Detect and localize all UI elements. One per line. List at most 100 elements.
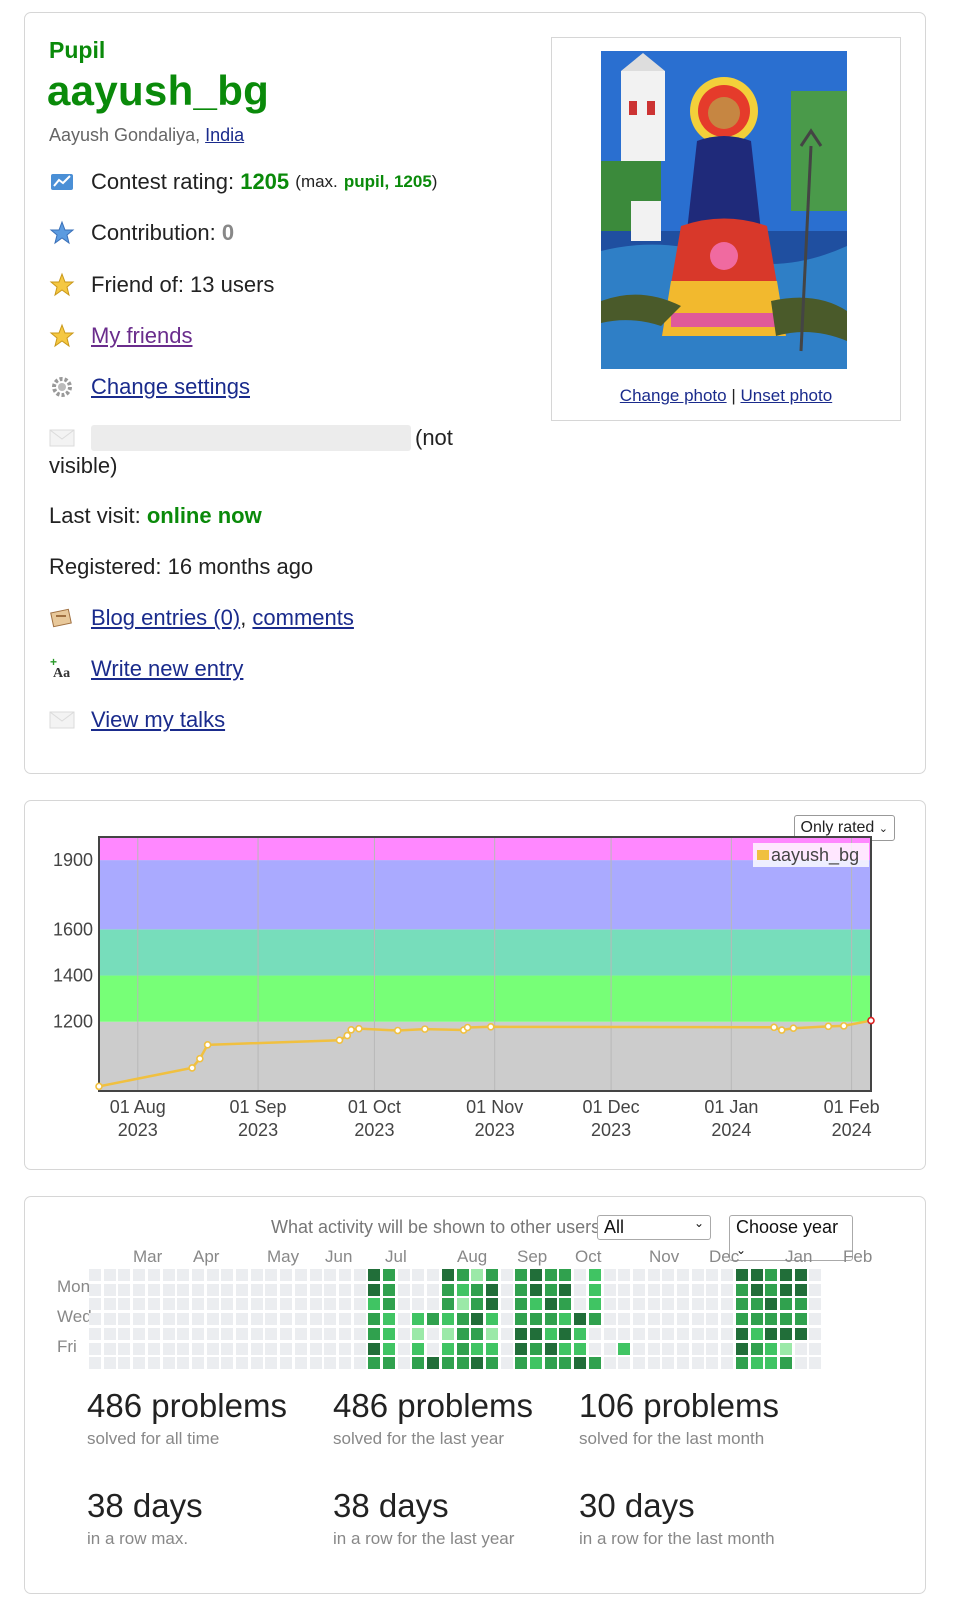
heatmap-cell[interactable] <box>544 1313 557 1326</box>
heatmap-cell[interactable] <box>779 1357 792 1370</box>
heatmap-cell[interactable] <box>191 1357 204 1370</box>
heatmap-cell[interactable] <box>441 1313 454 1326</box>
heatmap-cell[interactable] <box>574 1313 587 1326</box>
heatmap-cell[interactable] <box>603 1269 616 1281</box>
heatmap-cell[interactable] <box>735 1283 748 1296</box>
heatmap-cell[interactable] <box>706 1313 719 1326</box>
heatmap-cell[interactable] <box>324 1313 337 1326</box>
heatmap-cell[interactable] <box>588 1327 601 1340</box>
heatmap-cell[interactable] <box>133 1327 146 1340</box>
heatmap-cell[interactable] <box>706 1342 719 1355</box>
heatmap-cell[interactable] <box>162 1327 175 1340</box>
heatmap-cell[interactable] <box>485 1313 498 1326</box>
heatmap-cell[interactable] <box>236 1357 248 1370</box>
heatmap-cell[interactable] <box>794 1327 807 1340</box>
unset-photo-link[interactable]: Unset photo <box>741 386 833 405</box>
heatmap-cell[interactable] <box>280 1283 293 1296</box>
heatmap-cell[interactable] <box>515 1357 528 1370</box>
heatmap-cell[interactable] <box>632 1283 645 1296</box>
heatmap-cell[interactable] <box>191 1342 204 1355</box>
heatmap-cell[interactable] <box>412 1313 425 1326</box>
heatmap-cell[interactable] <box>89 1342 101 1355</box>
heatmap-cell[interactable] <box>118 1342 131 1355</box>
heatmap-cell[interactable] <box>265 1342 278 1355</box>
heatmap-cell[interactable] <box>147 1342 160 1355</box>
heatmap-cell[interactable] <box>103 1298 116 1311</box>
heatmap-cell[interactable] <box>809 1269 822 1281</box>
heatmap-cell[interactable] <box>691 1269 704 1281</box>
heatmap-cell[interactable] <box>706 1283 719 1296</box>
heatmap-cell[interactable] <box>191 1269 204 1281</box>
heatmap-cell[interactable] <box>515 1269 528 1281</box>
heatmap-cell[interactable] <box>265 1269 278 1281</box>
heatmap-cell[interactable] <box>779 1342 792 1355</box>
heatmap-cell[interactable] <box>383 1298 395 1311</box>
heatmap-cell[interactable] <box>485 1342 498 1355</box>
heatmap-cell[interactable] <box>177 1342 190 1355</box>
heatmap-cell[interactable] <box>559 1342 572 1355</box>
heatmap-cell[interactable] <box>559 1313 572 1326</box>
heatmap-cell[interactable] <box>236 1298 248 1311</box>
heatmap-cell[interactable] <box>383 1327 395 1340</box>
heatmap-cell[interactable] <box>427 1327 440 1340</box>
heatmap-cell[interactable] <box>338 1357 351 1370</box>
heatmap-cell[interactable] <box>779 1327 792 1340</box>
heatmap-cell[interactable] <box>677 1298 689 1311</box>
heatmap-cell[interactable] <box>280 1269 293 1281</box>
heatmap-cell[interactable] <box>353 1283 366 1296</box>
heatmap-cell[interactable] <box>485 1357 498 1370</box>
heatmap-cell[interactable] <box>103 1269 116 1281</box>
heatmap-cell[interactable] <box>324 1283 337 1296</box>
heatmap-cell[interactable] <box>294 1269 307 1281</box>
heatmap-cell[interactable] <box>324 1357 337 1370</box>
heatmap-cell[interactable] <box>603 1313 616 1326</box>
heatmap-cell[interactable] <box>118 1313 131 1326</box>
heatmap-cell[interactable] <box>427 1342 440 1355</box>
heatmap-cell[interactable] <box>809 1313 822 1326</box>
heatmap-cell[interactable] <box>471 1283 484 1296</box>
heatmap-cell[interactable] <box>294 1283 307 1296</box>
heatmap-cell[interactable] <box>147 1313 160 1326</box>
heatmap-cell[interactable] <box>324 1298 337 1311</box>
heatmap-cell[interactable] <box>647 1298 660 1311</box>
heatmap-cell[interactable] <box>353 1357 366 1370</box>
write-entry-link[interactable]: Write new entry <box>91 656 243 682</box>
heatmap-cell[interactable] <box>309 1313 322 1326</box>
heatmap-cell[interactable] <box>250 1313 263 1326</box>
heatmap-cell[interactable] <box>397 1269 410 1281</box>
heatmap-cell[interactable] <box>162 1357 175 1370</box>
heatmap-cell[interactable] <box>427 1298 440 1311</box>
heatmap-cell[interactable] <box>162 1298 175 1311</box>
heatmap-cell[interactable] <box>118 1327 131 1340</box>
heatmap-cell[interactable] <box>647 1357 660 1370</box>
heatmap-cell[interactable] <box>765 1283 778 1296</box>
heatmap-cell[interactable] <box>383 1342 395 1355</box>
heatmap-cell[interactable] <box>809 1342 822 1355</box>
heatmap-cell[interactable] <box>603 1357 616 1370</box>
heatmap-cell[interactable] <box>721 1357 734 1370</box>
heatmap-cell[interactable] <box>368 1357 381 1370</box>
heatmap-cell[interactable] <box>324 1342 337 1355</box>
heatmap-cell[interactable] <box>471 1357 484 1370</box>
comments-link[interactable]: comments <box>252 605 353 631</box>
heatmap-cell[interactable] <box>544 1283 557 1296</box>
heatmap-cell[interactable] <box>485 1298 498 1311</box>
heatmap-cell[interactable] <box>750 1342 763 1355</box>
heatmap-cell[interactable] <box>250 1357 263 1370</box>
heatmap-cell[interactable] <box>530 1298 542 1311</box>
heatmap-cell[interactable] <box>574 1342 587 1355</box>
heatmap-cell[interactable] <box>735 1298 748 1311</box>
heatmap-cell[interactable] <box>441 1327 454 1340</box>
heatmap-cell[interactable] <box>809 1357 822 1370</box>
heatmap-cell[interactable] <box>588 1269 601 1281</box>
heatmap-cell[interactable] <box>706 1327 719 1340</box>
heatmap-cell[interactable] <box>809 1283 822 1296</box>
heatmap-cell[interactable] <box>368 1342 381 1355</box>
heatmap-cell[interactable] <box>530 1313 542 1326</box>
heatmap-cell[interactable] <box>574 1327 587 1340</box>
heatmap-cell[interactable] <box>103 1342 116 1355</box>
heatmap-cell[interactable] <box>588 1283 601 1296</box>
heatmap-cell[interactable] <box>206 1269 219 1281</box>
heatmap-cell[interactable] <box>162 1313 175 1326</box>
heatmap-cell[interactable] <box>103 1357 116 1370</box>
